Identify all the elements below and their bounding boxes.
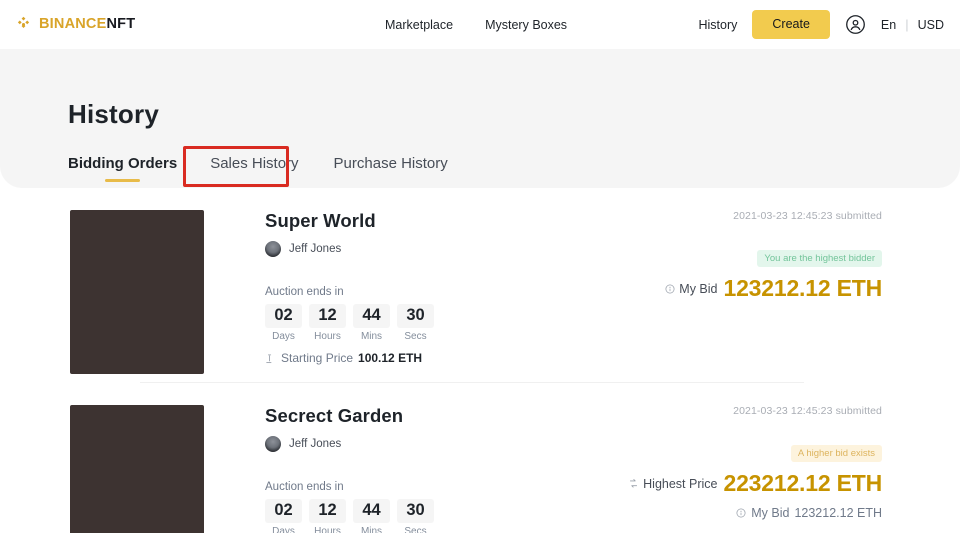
user-avatar-icon [265, 241, 281, 257]
brand-logo-link[interactable]: BINANCENFT [14, 15, 135, 34]
bid-arrow-icon [630, 479, 638, 488]
timer-hours-label: Hours [314, 526, 341, 533]
navbar-right-actions: History Create En | USD [698, 0, 944, 49]
locale-switcher: En | USD [881, 17, 944, 32]
currency-selector[interactable]: USD [918, 18, 944, 32]
submitted-timestamp: 2021-03-23 12:45:23 submitted [733, 405, 882, 417]
timer-hours: 12 Hours [309, 304, 346, 342]
timer-secs-value: 30 [397, 499, 434, 524]
my-bid-value: 123212.12 ETH [794, 506, 882, 521]
brand-binance-label: BINANCE [39, 16, 107, 33]
starting-price-value: 100.12 ETH [358, 351, 423, 366]
timer-secs-label: Secs [404, 331, 427, 343]
submitted-timestamp: 2021-03-23 12:45:23 submitted [733, 210, 882, 222]
price-row: My Bid 123212.12 ETH [665, 277, 882, 300]
price-label-text: Highest Price [643, 476, 718, 491]
nav-link-marketplace[interactable]: Marketplace [385, 18, 453, 32]
countdown-timer: 02 Days 12 Hours 44 Mins 30 Secs [265, 304, 585, 342]
timer-days-value: 02 [265, 304, 302, 329]
timer-mins-label: Mins [360, 331, 383, 343]
countdown-timer: 02 Days 12 Hours 44 Mins 30 Secs [265, 499, 585, 533]
listing-status-column: 2021-03-23 12:45:23 submitted You are th… [665, 210, 882, 300]
status-badge: A higher bid exists [790, 445, 882, 463]
timer-hours-value: 12 [309, 499, 346, 524]
listing-status-column: 2021-03-23 12:45:23 submitted A higher b… [628, 405, 882, 520]
auction-ends-label: Auction ends in [265, 481, 344, 493]
timer-secs-value: 30 [397, 304, 434, 329]
price-row: Highest Price 223212.12 ETH [628, 472, 882, 495]
brand-text: BINANCENFT [39, 17, 135, 32]
timer-secs-label: Secs [404, 526, 427, 533]
timer-hours-value: 12 [309, 304, 346, 329]
tab-bidding-orders[interactable]: Bidding Orders [68, 155, 177, 182]
listing-title[interactable]: Super World [265, 210, 585, 232]
listing-creator-name: Jeff Jones [289, 243, 342, 255]
gavel-icon [266, 354, 272, 364]
starting-price-row: Starting Price 100.12 ETH [265, 351, 585, 365]
listing-creator[interactable]: Jeff Jones [265, 436, 585, 452]
listing-thumbnail[interactable] [70, 210, 204, 374]
price-label: My Bid [665, 282, 717, 296]
timer-days: 02 Days [265, 499, 302, 533]
timer-secs: 30 Secs [397, 499, 434, 533]
nav-link-history[interactable]: History [698, 18, 737, 32]
timer-days: 02 Days [265, 304, 302, 342]
listing-details: Super World Jeff Jones Auction ends in 0… [265, 210, 585, 365]
navbar-center-links: Marketplace Mystery Boxes [385, 0, 567, 49]
user-avatar-icon [265, 436, 281, 452]
listing-card[interactable]: Super World Jeff Jones Auction ends in 0… [0, 188, 960, 383]
info-circle-icon [736, 508, 746, 518]
my-bid-row: My Bid 123212.12 ETH [736, 506, 882, 520]
auction-ends-label: Auction ends in [265, 286, 344, 298]
price-value: 123212.12 ETH [723, 275, 882, 302]
page-root: BINANCENFT Marketplace Mystery Boxes His… [0, 0, 960, 533]
timer-mins-label: Mins [360, 526, 383, 533]
price-label-text: My Bid [679, 281, 718, 296]
tab-sales-history[interactable]: Sales History [210, 155, 298, 182]
timer-hours: 12 Hours [309, 499, 346, 533]
listings-container: Super World Jeff Jones Auction ends in 0… [0, 188, 960, 533]
history-tabs: Bidding Orders Sales History Purchase Hi… [68, 155, 481, 182]
timer-mins-value: 44 [353, 304, 390, 329]
listing-creator[interactable]: Jeff Jones [265, 241, 585, 257]
timer-secs: 30 Secs [397, 304, 434, 342]
listing-card[interactable]: Secrect Garden Jeff Jones Auction ends i… [0, 383, 960, 533]
status-badge: You are the highest bidder [757, 250, 882, 268]
create-button[interactable]: Create [752, 10, 830, 39]
timer-hours-label: Hours [314, 331, 341, 343]
info-circle-icon [665, 284, 675, 294]
page-title: History [68, 99, 159, 129]
timer-mins: 44 Mins [353, 499, 390, 533]
price-value: 223212.12 ETH [723, 470, 882, 497]
timer-days-label: Days [272, 331, 295, 343]
listing-title[interactable]: Secrect Garden [265, 405, 585, 427]
brand-nft-label: NFT [106, 16, 136, 33]
my-bid-label: My Bid [751, 506, 790, 521]
timer-days-label: Days [272, 526, 295, 533]
price-label: Highest Price [628, 477, 717, 491]
listing-details: Secrect Garden Jeff Jones Auction ends i… [265, 405, 585, 533]
binance-diamond-logo-icon [17, 16, 30, 28]
nav-link-mystery-boxes[interactable]: Mystery Boxes [485, 18, 567, 32]
locale-separator: | [905, 17, 909, 32]
top-navbar: BINANCENFT Marketplace Mystery Boxes His… [0, 0, 960, 49]
language-selector[interactable]: En [881, 18, 896, 32]
user-circle-icon[interactable] [845, 14, 866, 35]
timer-mins: 44 Mins [353, 304, 390, 342]
timer-days-value: 02 [265, 499, 302, 524]
listing-creator-name: Jeff Jones [289, 438, 342, 450]
listing-thumbnail[interactable] [70, 405, 204, 533]
timer-mins-value: 44 [353, 499, 390, 524]
tab-purchase-history[interactable]: Purchase History [334, 155, 448, 182]
starting-price-label: Starting Price [281, 351, 354, 366]
